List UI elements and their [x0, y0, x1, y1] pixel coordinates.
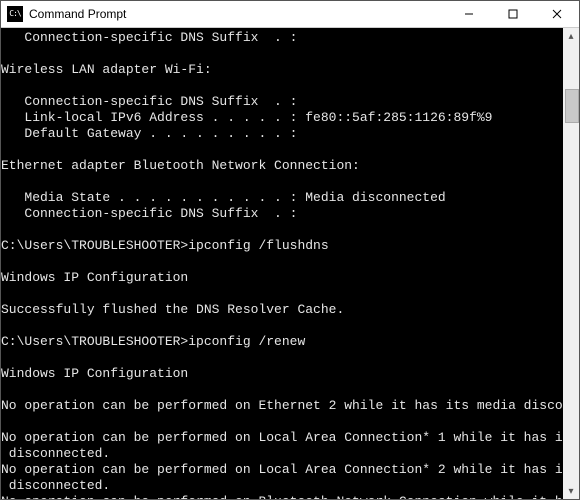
content-area: Connection-specific DNS Suffix . : Wirel… [1, 28, 579, 499]
terminal-output[interactable]: Connection-specific DNS Suffix . : Wirel… [1, 28, 563, 499]
cmd-icon: C:\ [7, 6, 23, 22]
close-button[interactable] [535, 1, 579, 27]
scroll-down-arrow-icon[interactable]: ▾ [563, 483, 579, 499]
minimize-button[interactable] [447, 1, 491, 27]
titlebar[interactable]: C:\ Command Prompt [1, 1, 579, 28]
scroll-thumb[interactable] [565, 89, 579, 123]
minimize-icon [464, 9, 474, 19]
scroll-track[interactable] [563, 44, 579, 483]
maximize-icon [508, 9, 518, 19]
window-title: Command Prompt [29, 7, 126, 21]
close-icon [552, 9, 562, 19]
maximize-button[interactable] [491, 1, 535, 27]
vertical-scrollbar[interactable]: ▴ ▾ [563, 28, 579, 499]
scroll-up-arrow-icon[interactable]: ▴ [563, 28, 579, 44]
command-prompt-window: C:\ Command Prompt Connection-specific D… [0, 0, 580, 500]
